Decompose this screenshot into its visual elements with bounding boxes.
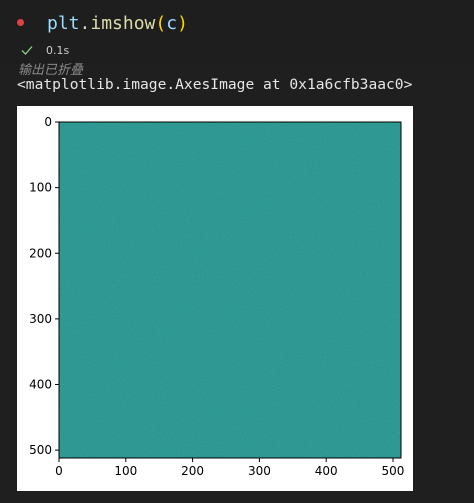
unsaved-dot-icon — [17, 19, 24, 26]
execution-status: 0.1s — [20, 42, 69, 58]
code-token-open-paren: ( — [155, 13, 167, 34]
check-icon — [21, 46, 33, 55]
y-tick-label: 400 — [29, 378, 52, 392]
code-token-argument: c — [166, 13, 178, 34]
code-token-dot: . — [79, 13, 91, 34]
execution-time: 0.1s — [46, 43, 70, 57]
image-noise — [59, 122, 401, 458]
code-line[interactable]: plt.imshow(c) — [47, 11, 188, 37]
x-tick-label: 0 — [55, 464, 63, 478]
x-tick-label: 400 — [315, 464, 338, 478]
y-tick-label: 0 — [44, 115, 52, 129]
figure-output: 0 100 200 300 400 500 0 100 200 300 400 500 — [17, 106, 413, 491]
code-token-function: imshow — [90, 13, 156, 34]
notebook-view: plt.imshow(c) 0.1s 输出已折叠 <matplotlib.ima… — [0, 0, 474, 503]
output-repr-text: <matplotlib.image.AxesImage at 0x1a6cfb3… — [17, 76, 413, 93]
y-tick-label: 300 — [29, 312, 52, 326]
y-tick-label: 500 — [29, 443, 52, 457]
code-token-close-paren: ) — [177, 13, 188, 34]
y-tick-label: 200 — [29, 246, 52, 260]
code-token-module: plt — [47, 13, 80, 34]
x-tick-label: 500 — [382, 464, 405, 478]
x-tick-label: 200 — [181, 464, 204, 478]
y-tick-label: 100 — [29, 181, 52, 195]
imshow-plot: 01002003004005000 100 200 300 400 500 — [29, 115, 405, 478]
x-tick-label: 300 — [248, 464, 271, 478]
code-cell[interactable]: plt.imshow(c) 0.1s — [0, 0, 474, 65]
x-tick-label: 100 — [114, 464, 137, 478]
